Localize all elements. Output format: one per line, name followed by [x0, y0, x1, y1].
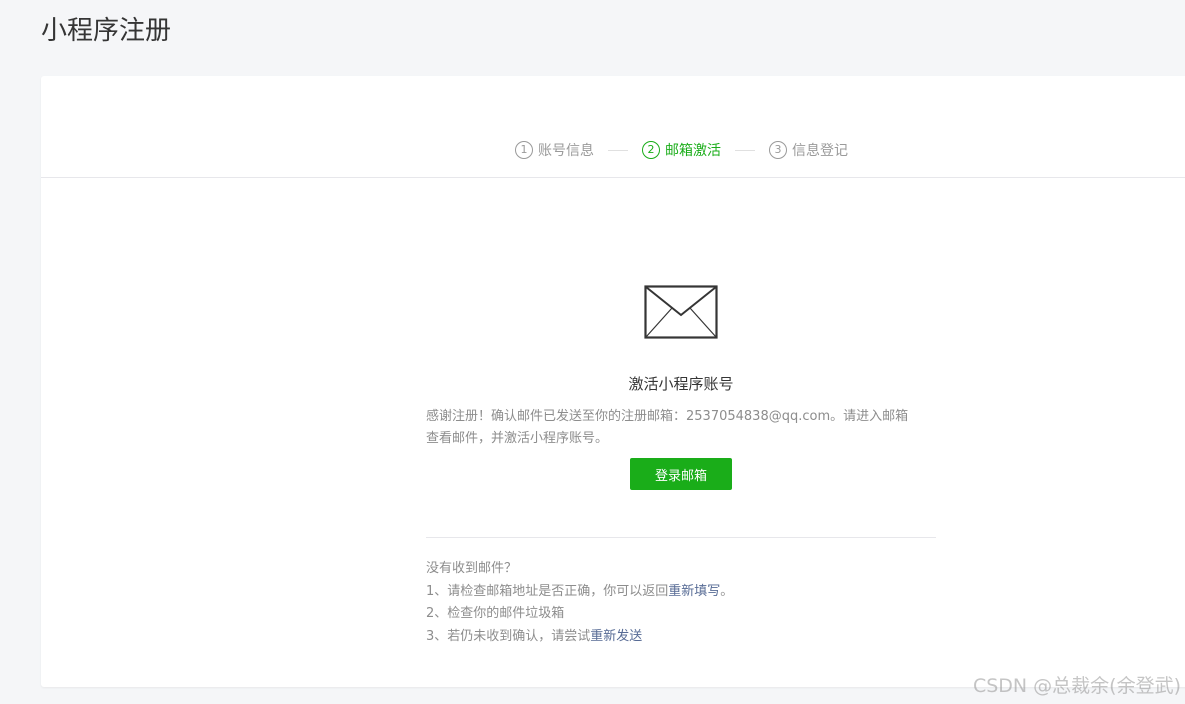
- help-title: 没有收到邮件？: [426, 561, 518, 576]
- envelope-icon: [644, 285, 718, 339]
- description-line: 感谢注册！确认邮件已发送至你的注册邮箱：2537054838@qq.com。请进…: [426, 409, 909, 424]
- description-line: 查看邮件，并激活小程序账号。: [426, 431, 609, 446]
- step-info-registration: 3 信息登记: [769, 140, 848, 160]
- help-item-3: 3、若仍未收到确认，请尝试重新发送: [426, 626, 936, 649]
- step-separator: [735, 149, 755, 151]
- watermark: CSDN @总裁余(余登武): [972, 675, 1181, 697]
- help-item-2: 2、检查你的邮件垃圾箱: [426, 606, 565, 621]
- help-item-text: 1、请检查邮箱地址是否正确，你可以返回: [426, 583, 669, 599]
- step-indicator: 1 账号信息 2 邮箱激活 3 信息登记: [515, 140, 848, 160]
- step-email-activation: 2 邮箱激活: [642, 140, 721, 160]
- step-label: 邮箱激活: [665, 143, 721, 159]
- login-email-button[interactable]: 登录邮箱: [630, 458, 732, 490]
- help-item-text: 3、若仍未收到确认，请尝试: [426, 628, 591, 644]
- step-number-1: 1: [515, 141, 533, 159]
- step-account-info: 1 账号信息: [515, 140, 594, 160]
- help-item-text: 。: [720, 583, 734, 599]
- registration-card: 1 账号信息 2 邮箱激活 3 信息登记 激活小程序账号 感谢注册！确认邮件已发…: [41, 76, 1185, 687]
- resend-link[interactable]: 重新发送: [590, 629, 642, 644]
- divider: [426, 537, 936, 538]
- help-item-1: 1、请检查邮箱地址是否正确，你可以返回重新填写。: [426, 581, 936, 604]
- step-separator: [608, 149, 628, 151]
- step-number-2: 2: [642, 141, 660, 159]
- activation-heading: 激活小程序账号: [628, 375, 734, 393]
- activation-description: 感谢注册！确认邮件已发送至你的注册邮箱：2537054838@qq.com。请进…: [426, 406, 938, 450]
- step-label: 信息登记: [792, 143, 848, 159]
- refill-link[interactable]: 重新填写: [668, 584, 720, 599]
- help-section: 没有收到邮件？ 1、请检查邮箱地址是否正确，你可以返回重新填写。 2、检查你的邮…: [426, 558, 936, 648]
- page-title: 小程序注册: [41, 16, 172, 46]
- step-label: 账号信息: [538, 143, 594, 159]
- step-number-3: 3: [769, 141, 787, 159]
- steps-bar: 1 账号信息 2 邮箱激活 3 信息登记: [41, 76, 1185, 178]
